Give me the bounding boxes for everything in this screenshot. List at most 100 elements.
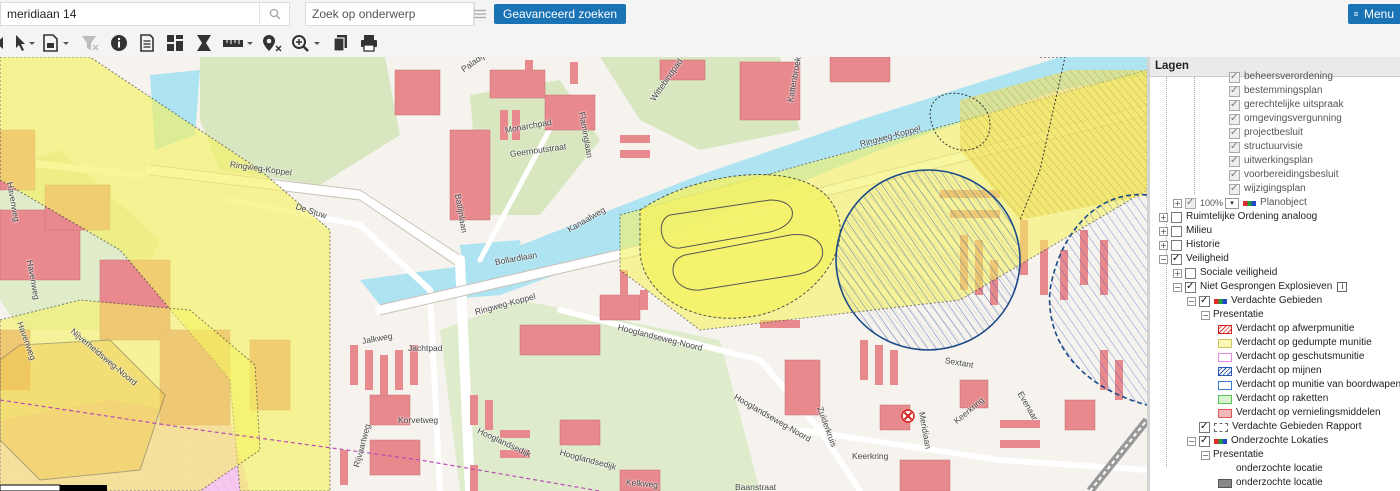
layer-item[interactable]: omgevingsvergunning [1229, 112, 1342, 126]
layer-group-veiligheid[interactable]: − Veiligheid [1159, 252, 1229, 266]
layer-checkbox[interactable] [1199, 294, 1210, 308]
layer-checkbox[interactable] [1199, 434, 1210, 448]
info-icon[interactable] [110, 33, 128, 53]
layer-checkbox[interactable] [1229, 112, 1240, 126]
opacity-dropdown[interactable]: ▾ [1225, 197, 1240, 209]
legend-label: onderzochte locatie [1236, 463, 1323, 474]
layer-checkbox[interactable] [1171, 239, 1182, 251]
legend-list-icon[interactable] [139, 33, 155, 53]
info-icon[interactable]: i [1337, 282, 1348, 292]
filter-icon[interactable] [81, 33, 99, 53]
layer-item[interactable]: uitwerkingsplan [1229, 154, 1313, 168]
advanced-search-button[interactable]: Geavanceerd zoeken [494, 4, 627, 24]
legend-label: Presentatie [1213, 449, 1264, 460]
layer-verdachte-gebieden-rapport[interactable]: Verdachte Gebieden Rapport [1199, 420, 1362, 434]
subject-search-box [305, 2, 486, 26]
legend-group-presentatie[interactable]: − Presentatie [1201, 448, 1264, 462]
clear-marker-icon[interactable] [262, 33, 282, 53]
layer-checkbox[interactable] [1229, 126, 1240, 140]
opacity-value: 100% [1200, 198, 1224, 208]
layer-checkbox[interactable] [1171, 211, 1182, 223]
document-export-icon[interactable] [42, 33, 70, 53]
layer-checkbox[interactable] [1229, 84, 1240, 98]
layer-item-planobject[interactable]: + 100% ▾ Planobject [1173, 196, 1307, 210]
expand-toggle[interactable]: + [1159, 212, 1168, 222]
map-canvas[interactable]: Paladijnenweg Monarchpad Flaminglaan Wit… [0, 57, 1147, 491]
layer-group-sociale-veiligheid[interactable]: + Sociale veiligheid [1173, 266, 1277, 280]
layer-checkbox[interactable] [1199, 420, 1210, 434]
collapse-toggle[interactable]: − [1173, 282, 1182, 292]
legend-item: Verdacht op munitie van boordwapens [1218, 378, 1400, 392]
layer-checkbox[interactable] [1229, 168, 1240, 182]
expand-toggle[interactable]: + [1173, 198, 1182, 208]
legend-group-presentatie[interactable]: − Presentatie [1201, 308, 1264, 322]
collapse-toggle[interactable]: − [1187, 436, 1196, 446]
layer-group-milieu[interactable]: + Milieu [1159, 224, 1212, 238]
search-icon[interactable] [259, 3, 289, 25]
collapse-toggle[interactable]: − [1159, 254, 1168, 264]
layer-checkbox[interactable] [1171, 225, 1182, 237]
layer-label: projectbesluit [1244, 127, 1303, 138]
expand-toggle[interactable]: + [1159, 240, 1168, 250]
layer-item[interactable]: gerechtelijke uitspraak [1229, 98, 1344, 112]
select-arrow-icon[interactable] [14, 33, 36, 53]
layer-checkbox[interactable] [1229, 70, 1240, 84]
ruler-icon[interactable] [222, 33, 254, 53]
layer-verdachte-gebieden[interactable]: − Verdachte Gebieden [1187, 294, 1322, 308]
street-label: Keerkring [852, 451, 889, 461]
layer-checkbox[interactable] [1229, 140, 1240, 154]
legend-swatch [1218, 408, 1232, 418]
layer-label: Planobject [1260, 197, 1307, 208]
hourglass-icon[interactable] [196, 33, 212, 53]
layer-legend-swatch [1243, 200, 1257, 206]
subject-search-input[interactable] [306, 3, 473, 25]
layer-group-historie[interactable]: + Historie [1159, 238, 1220, 252]
layer-item[interactable]: structuurvisie [1229, 140, 1303, 154]
list-icon[interactable] [473, 3, 486, 25]
layer-item[interactable]: projectbesluit [1229, 126, 1303, 140]
layer-group-niet-gesprongen-explosieven[interactable]: − Niet Gesprongen Explosieven i [1173, 280, 1348, 294]
layer-label: Veiligheid [1186, 253, 1229, 264]
legend-swatch [1218, 324, 1232, 334]
layer-checkbox[interactable] [1185, 267, 1196, 279]
street-label: Baanstraat [735, 482, 777, 491]
layer-item[interactable]: beheersverordening [1229, 70, 1333, 84]
layer-legend-swatch [1214, 438, 1227, 444]
layer-checkbox[interactable] [1185, 280, 1196, 294]
layer-item[interactable]: wijzigingsplan [1229, 182, 1306, 196]
address-search-input[interactable] [1, 3, 259, 25]
layer-checkbox[interactable] [1229, 154, 1240, 168]
legend-swatch [1218, 464, 1232, 474]
menu-button[interactable]: Menu [1348, 4, 1400, 24]
layer-label: Niet Gesprongen Explosieven [1200, 281, 1333, 292]
legend-label: Presentatie [1213, 309, 1264, 320]
layer-group-ruimtelijke-ordening[interactable]: + Ruimtelijke Ordening analoog [1159, 210, 1317, 224]
pan-icon[interactable] [0, 33, 6, 53]
layer-item[interactable]: voorbereidingsbesluit [1229, 168, 1339, 182]
layer-checkbox[interactable] [1185, 196, 1196, 210]
legend-item: onderzochte locatie [1218, 462, 1323, 476]
layer-checkbox[interactable] [1171, 252, 1182, 266]
layer-item[interactable]: bestemmingsplan [1229, 84, 1322, 98]
layer-label: gerechtelijke uitspraak [1244, 99, 1344, 110]
layer-label: Ruimtelijke Ordening analoog [1186, 211, 1318, 222]
legend-label: onderzochte locatie [1236, 477, 1323, 488]
legend-label: Verdacht op munitie van boordwapens [1236, 379, 1400, 390]
legend-item: Verdacht op vernielingsmiddelen [1218, 406, 1381, 420]
zoom-icon[interactable] [291, 33, 323, 53]
legend-swatch [1218, 352, 1232, 362]
print-icon[interactable] [360, 33, 378, 53]
collapse-toggle[interactable]: − [1201, 310, 1210, 320]
layer-label: omgevingsvergunning [1244, 113, 1342, 124]
layer-checkbox[interactable] [1229, 98, 1240, 112]
collapse-toggle[interactable]: − [1201, 450, 1210, 460]
copy-icon[interactable] [333, 33, 349, 53]
hamburger-icon [1354, 12, 1358, 16]
layer-onderzochte-lokaties[interactable]: − Onderzochte Lokaties [1187, 434, 1328, 448]
expand-toggle[interactable]: + [1173, 268, 1182, 278]
layer-checkbox[interactable] [1229, 182, 1240, 196]
expand-toggle[interactable]: + [1159, 226, 1168, 236]
location-marker-icon[interactable] [901, 409, 915, 423]
collapse-toggle[interactable]: − [1187, 296, 1196, 306]
layout-grid-icon[interactable] [166, 33, 184, 53]
